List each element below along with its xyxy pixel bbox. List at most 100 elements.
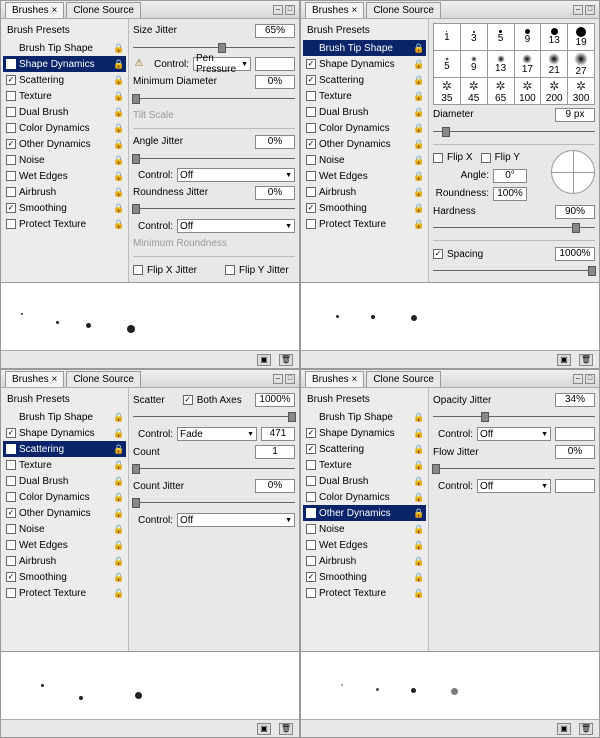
checkbox[interactable] xyxy=(306,107,316,117)
sidebar-item-shape-dynamics[interactable]: ✓Shape Dynamics🔒 xyxy=(3,56,126,72)
brush-thumb[interactable]: 27 xyxy=(568,51,594,77)
tab-brushes[interactable]: Brushes × xyxy=(305,371,364,387)
sidebar-item-wet-edges[interactable]: Wet Edges🔒 xyxy=(3,168,126,184)
checkbox[interactable] xyxy=(6,107,16,117)
sidebar-item-color-dynamics[interactable]: Color Dynamics🔒 xyxy=(3,120,126,136)
hardness-value[interactable]: 90% xyxy=(555,205,595,219)
sidebar-item-protect-texture[interactable]: Protect Texture🔒 xyxy=(303,585,426,601)
roundness-jitter-value[interactable]: 0% xyxy=(255,186,295,200)
checkbox[interactable] xyxy=(6,492,16,502)
sidebar-item-other-dynamics[interactable]: ✓Other Dynamics🔒 xyxy=(3,136,126,152)
angle-jitter-slider[interactable] xyxy=(133,154,295,164)
sidebar-item-brush-tip-shape[interactable]: Brush Tip Shape🔒 xyxy=(303,40,426,56)
checkbox[interactable] xyxy=(6,171,16,181)
sidebar-item-noise[interactable]: Noise🔒 xyxy=(3,152,126,168)
control-dropdown[interactable]: Off xyxy=(177,168,295,182)
checkbox[interactable]: ✓ xyxy=(306,75,316,85)
sidebar-item-protect-texture[interactable]: Protect Texture🔒 xyxy=(303,216,426,232)
angle-value[interactable]: 0° xyxy=(493,169,527,183)
sidebar-item-scattering[interactable]: ✓Scattering🔒 xyxy=(303,441,426,457)
hardness-slider[interactable] xyxy=(433,223,595,233)
sidebar-item-airbrush[interactable]: Airbrush🔒 xyxy=(303,184,426,200)
checkbox[interactable] xyxy=(306,524,316,534)
count-jitter-value[interactable]: 0% xyxy=(255,479,295,493)
sidebar-item-texture[interactable]: Texture🔒 xyxy=(3,457,126,473)
opacity-jitter-slider[interactable] xyxy=(433,412,595,422)
sidebar-item-texture[interactable]: Texture🔒 xyxy=(3,88,126,104)
sidebar-item-dual-brush[interactable]: Dual Brush🔒 xyxy=(303,473,426,489)
checkbox[interactable] xyxy=(6,123,16,133)
sidebar-item-texture[interactable]: Texture🔒 xyxy=(303,457,426,473)
checkbox[interactable] xyxy=(306,171,316,181)
checkbox[interactable] xyxy=(306,556,316,566)
checkbox[interactable]: ✓ xyxy=(6,75,16,85)
checkbox[interactable] xyxy=(306,187,316,197)
delete-button[interactable]: 🗑 xyxy=(279,354,293,366)
checkbox[interactable]: ✓ xyxy=(306,428,316,438)
brush-thumb[interactable]: ✲300 xyxy=(568,78,594,104)
checkbox[interactable] xyxy=(6,540,16,550)
diameter-value[interactable]: 9 px xyxy=(555,108,595,122)
checkbox[interactable] xyxy=(306,476,316,486)
roundness-value[interactable]: 100% xyxy=(493,187,527,201)
checkbox[interactable] xyxy=(306,155,316,165)
checkbox[interactable] xyxy=(6,524,16,534)
sidebar-item-brush-tip-shape[interactable]: Brush Tip Shape🔒 xyxy=(3,409,126,425)
checkbox[interactable] xyxy=(6,556,16,566)
min-diameter-value[interactable]: 0% xyxy=(255,75,295,89)
checkbox[interactable]: ✓ xyxy=(306,203,316,213)
brush-thumb[interactable]: 19 xyxy=(568,24,594,50)
brush-thumb[interactable]: ✲100 xyxy=(515,78,541,104)
maximize-icon[interactable]: □ xyxy=(285,374,295,384)
brush-thumb[interactable]: 9 xyxy=(515,24,541,50)
control-dropdown[interactable]: Fade xyxy=(177,427,257,441)
tab-brushes[interactable]: Brushes × xyxy=(5,371,64,387)
sidebar-item-scattering[interactable]: ✓Scattering🔒 xyxy=(3,72,126,88)
min-diameter-slider[interactable] xyxy=(133,94,295,104)
minimize-icon[interactable]: – xyxy=(573,5,583,15)
checkbox[interactable]: ✓ xyxy=(306,139,316,149)
sidebar-item-scattering[interactable]: ✓Scattering🔒 xyxy=(303,72,426,88)
checkbox[interactable] xyxy=(6,219,16,229)
angle-preview[interactable] xyxy=(551,150,595,194)
checkbox[interactable]: ✓ xyxy=(6,508,16,518)
brush-thumb[interactable]: 9 xyxy=(461,51,487,77)
flip-x-checkbox[interactable] xyxy=(433,153,443,163)
checkbox[interactable] xyxy=(6,460,16,470)
sidebar-item-protect-texture[interactable]: Protect Texture🔒 xyxy=(3,585,126,601)
tab-clone-source[interactable]: Clone Source xyxy=(366,371,441,387)
control-dropdown[interactable]: Off xyxy=(177,219,295,233)
checkbox[interactable] xyxy=(6,187,16,197)
checkbox[interactable] xyxy=(306,460,316,470)
sidebar-item-wet-edges[interactable]: Wet Edges🔒 xyxy=(3,537,126,553)
minimize-icon[interactable]: – xyxy=(273,374,283,384)
sidebar-item-color-dynamics[interactable]: Color Dynamics🔒 xyxy=(3,489,126,505)
new-brush-button[interactable]: ▣ xyxy=(257,354,271,366)
sidebar-header[interactable]: Brush Presets xyxy=(303,23,426,40)
roundness-jitter-slider[interactable] xyxy=(133,204,295,214)
tab-clone-source[interactable]: Clone Source xyxy=(366,2,441,18)
control-dropdown[interactable]: Off xyxy=(177,513,295,527)
delete-button[interactable]: 🗑 xyxy=(279,723,293,735)
size-jitter-slider[interactable] xyxy=(133,43,295,53)
minimize-icon[interactable]: – xyxy=(573,374,583,384)
sidebar-header[interactable]: Brush Presets xyxy=(3,392,126,409)
brush-thumb[interactable]: ✲200 xyxy=(541,78,567,104)
checkbox[interactable]: ✓ xyxy=(306,59,316,69)
sidebar-item-brush-tip-shape[interactable]: Brush Tip Shape🔒 xyxy=(303,409,426,425)
flow-jitter-value[interactable]: 0% xyxy=(555,445,595,459)
sidebar-item-other-dynamics[interactable]: ✓Other Dynamics🔒 xyxy=(3,505,126,521)
sidebar-item-airbrush[interactable]: Airbrush🔒 xyxy=(303,553,426,569)
maximize-icon[interactable]: □ xyxy=(285,5,295,15)
size-jitter-value[interactable]: 65% xyxy=(255,24,295,38)
angle-jitter-value[interactable]: 0% xyxy=(255,135,295,149)
maximize-icon[interactable]: □ xyxy=(585,5,595,15)
sidebar-item-smoothing[interactable]: ✓Smoothing🔒 xyxy=(303,200,426,216)
checkbox[interactable]: ✓ xyxy=(306,444,316,454)
sidebar-item-shape-dynamics[interactable]: ✓Shape Dynamics🔒 xyxy=(3,425,126,441)
brush-thumb[interactable]: 17 xyxy=(515,51,541,77)
checkbox[interactable]: ✓ xyxy=(6,444,16,454)
control-dropdown[interactable]: Off xyxy=(477,479,551,493)
flip-y-checkbox[interactable] xyxy=(481,153,491,163)
brush-thumb[interactable]: 5 xyxy=(434,51,460,77)
